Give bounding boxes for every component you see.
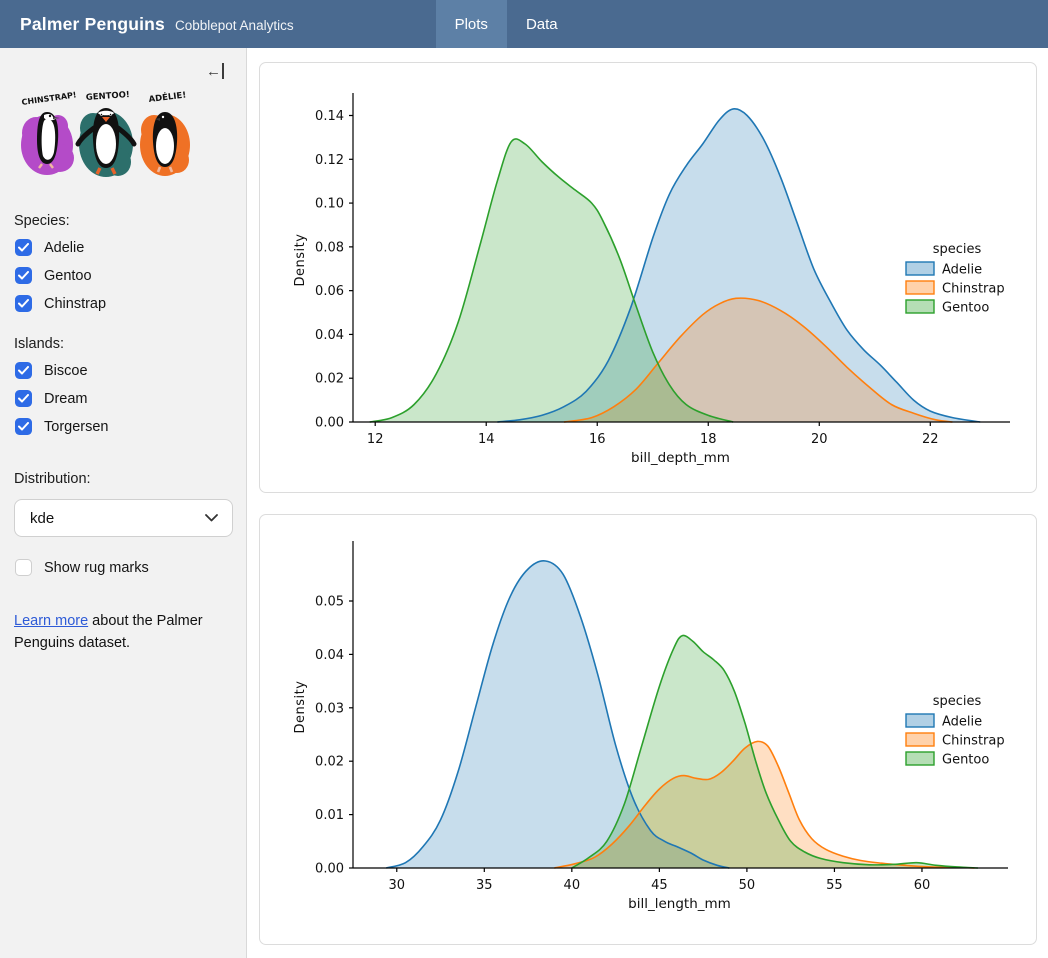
kde-plot-bill-length: 30 35 40 45 50 55 60 0.00 0.01 0.02 0.03 0.04 0.05 bi… — [260, 515, 1036, 944]
svg-text:60: 60 — [914, 878, 931, 893]
checkbox-label: Chinstrap — [44, 296, 106, 312]
checkbox-checked-icon — [15, 295, 32, 312]
collapse-bar-icon — [222, 63, 224, 79]
app-subtitle: Cobblepot Analytics — [175, 18, 294, 33]
svg-text:Chinstrap: Chinstrap — [942, 734, 1005, 749]
checkbox-island-torgersen[interactable]: Torgersen — [15, 418, 232, 435]
checkbox-label: Adelie — [44, 240, 84, 256]
checkbox-label: Torgersen — [44, 419, 108, 435]
checkbox-label: Gentoo — [44, 268, 92, 284]
main-content: 12 14 16 18 20 22 0.00 0.02 0.04 0.06 0.08 0.10 0.12… — [247, 48, 1048, 958]
svg-text:Density: Density — [293, 234, 308, 287]
svg-text:35: 35 — [476, 878, 493, 893]
checkbox-species-chinstrap[interactable]: Chinstrap — [15, 295, 232, 312]
checkbox-show-rug-marks[interactable]: Show rug marks — [15, 559, 232, 576]
svg-text:0.12: 0.12 — [315, 153, 344, 168]
species-section-label: Species: — [14, 213, 232, 229]
svg-text:Density: Density — [293, 681, 308, 734]
sidebar: ← CHINSTRAP! — [0, 48, 247, 958]
svg-text:Adelie: Adelie — [942, 715, 982, 730]
svg-text:45: 45 — [651, 878, 668, 893]
svg-text:0.00: 0.00 — [315, 416, 344, 431]
svg-text:Gentoo: Gentoo — [942, 301, 989, 316]
collapse-arrow-icon: ← — [206, 64, 221, 79]
svg-text:ADÉLIE!: ADÉLIE! — [148, 88, 187, 105]
checkbox-checked-icon — [15, 418, 32, 435]
chevron-down-icon — [205, 514, 218, 522]
tab-data[interactable]: Data — [507, 0, 577, 48]
svg-text:30: 30 — [388, 878, 405, 893]
checkbox-label: Biscoe — [44, 363, 88, 379]
svg-text:0.00: 0.00 — [315, 862, 344, 877]
dataset-info-text: Learn more about the Palmer Penguins dat… — [14, 610, 230, 655]
svg-text:species: species — [933, 242, 982, 257]
checkbox-species-adelie[interactable]: Adelie — [15, 239, 232, 256]
svg-text:0.08: 0.08 — [315, 240, 344, 255]
svg-text:12: 12 — [367, 432, 384, 447]
svg-text:bill_depth_mm: bill_depth_mm — [631, 450, 730, 466]
sidebar-collapse-button[interactable]: ← — [206, 63, 224, 79]
svg-text:species: species — [933, 694, 982, 709]
svg-text:0.10: 0.10 — [315, 197, 344, 212]
svg-text:Gentoo: Gentoo — [942, 753, 989, 768]
distribution-select-value: kde — [30, 510, 54, 527]
checkbox-checked-icon — [15, 390, 32, 407]
checkbox-label: Dream — [44, 391, 88, 407]
app-title: Palmer Penguins — [20, 14, 165, 35]
svg-text:50: 50 — [739, 878, 756, 893]
svg-text:Adelie: Adelie — [942, 263, 982, 278]
penguin-artwork-image: CHINSTRAP! GENTOO! — [14, 88, 196, 184]
tab-plots[interactable]: Plots — [436, 0, 507, 48]
checkbox-checked-icon — [15, 362, 32, 379]
svg-text:0.06: 0.06 — [315, 284, 344, 299]
bill-depth-plot-card: 12 14 16 18 20 22 0.00 0.02 0.04 0.06 0.08 0.10 0.12… — [259, 62, 1037, 493]
bill-length-plot-card: 30 35 40 45 50 55 60 0.00 0.01 0.02 0.03 0.04 0.05 bi… — [259, 514, 1037, 945]
svg-text:0.14: 0.14 — [315, 109, 344, 124]
svg-text:18: 18 — [700, 432, 717, 447]
distribution-section-label: Distribution: — [14, 471, 232, 487]
svg-text:0.04: 0.04 — [315, 328, 344, 343]
svg-text:16: 16 — [589, 432, 606, 447]
svg-text:22: 22 — [922, 432, 939, 447]
svg-text:0.04: 0.04 — [315, 648, 344, 663]
app-brand: Palmer Penguins Cobblepot Analytics — [0, 14, 294, 35]
svg-text:55: 55 — [826, 878, 843, 893]
nav-tabs: Plots Data — [436, 0, 577, 48]
svg-text:0.05: 0.05 — [315, 595, 344, 610]
svg-text:GENTOO!: GENTOO! — [86, 90, 131, 103]
checkbox-checked-icon — [15, 267, 32, 284]
svg-text:0.03: 0.03 — [315, 701, 344, 716]
svg-text:Chinstrap: Chinstrap — [942, 282, 1005, 297]
checkbox-checked-icon — [15, 239, 32, 256]
islands-section-label: Islands: — [14, 336, 232, 352]
learn-more-link[interactable]: Learn more — [14, 613, 88, 629]
svg-text:CHINSTRAP!: CHINSTRAP! — [21, 90, 77, 107]
checkbox-unchecked-icon — [15, 559, 32, 576]
svg-text:bill_length_mm: bill_length_mm — [628, 896, 731, 912]
svg-text:0.02: 0.02 — [315, 755, 344, 770]
svg-text:40: 40 — [564, 878, 581, 893]
svg-text:20: 20 — [811, 432, 828, 447]
checkbox-island-biscoe[interactable]: Biscoe — [15, 362, 232, 379]
distribution-select[interactable]: kde — [14, 499, 233, 537]
svg-text:14: 14 — [478, 432, 495, 447]
checkbox-island-dream[interactable]: Dream — [15, 390, 232, 407]
svg-text:0.02: 0.02 — [315, 372, 344, 387]
checkbox-species-gentoo[interactable]: Gentoo — [15, 267, 232, 284]
kde-plot-bill-depth: 12 14 16 18 20 22 0.00 0.02 0.04 0.06 0.08 0.10 0.12… — [260, 63, 1036, 492]
checkbox-label: Show rug marks — [44, 560, 149, 576]
svg-text:0.01: 0.01 — [315, 808, 344, 823]
navbar: Palmer Penguins Cobblepot Analytics Plot… — [0, 0, 1048, 48]
